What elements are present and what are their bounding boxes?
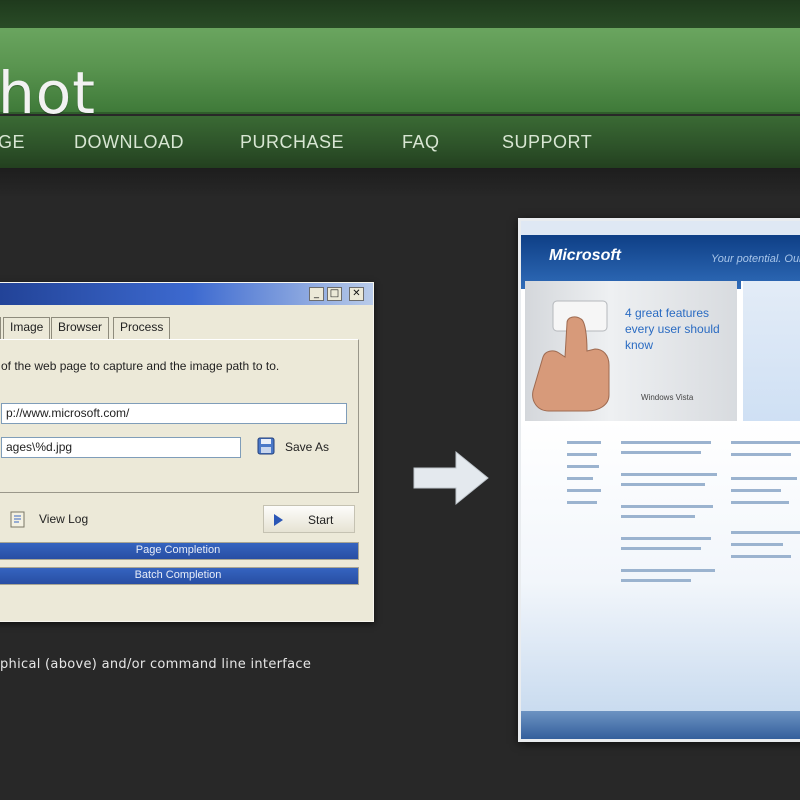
floppy-disk-icon: [257, 437, 275, 455]
nav-purchase-link[interactable]: PURCHASE: [240, 132, 344, 153]
window-title-bar: _ □ ✕: [0, 283, 373, 305]
content-line: [731, 489, 781, 492]
top-bar: [0, 0, 800, 30]
browser-screenshot: Microsoft Your potential. Our pa 4 great…: [518, 218, 800, 742]
site-logo: Microsoft: [549, 247, 621, 264]
browser-toolbar: [521, 221, 800, 235]
content-line: [621, 483, 705, 486]
content-line: [621, 547, 701, 550]
content-line: [621, 451, 701, 454]
content-line: [731, 555, 791, 558]
content-line: [731, 501, 789, 504]
image-path-input[interactable]: ages\%d.jpg: [1, 437, 241, 458]
nav-faq-link[interactable]: FAQ: [402, 132, 440, 153]
content-line: [567, 501, 597, 504]
start-label: Start: [308, 513, 334, 527]
tab-browser[interactable]: Browser: [51, 317, 110, 339]
nav-support-link[interactable]: SUPPORT: [502, 132, 592, 153]
right-arrow-icon: [413, 450, 489, 506]
page-content: [521, 421, 800, 713]
instructions-text: of the web page to capture and the image…: [1, 359, 280, 373]
content-line: [621, 473, 717, 476]
page: hot GE DOWNLOAD PURCHASE FAQ SUPPORT _ □…: [0, 0, 800, 800]
save-as-button[interactable]: Save As: [253, 434, 347, 460]
brand-title[interactable]: hot: [0, 64, 96, 122]
content-line: [567, 477, 593, 480]
content-line: [731, 441, 800, 444]
close-button[interactable]: ✕: [349, 287, 364, 301]
batch-completion-progress: Batch Completion: [0, 567, 359, 585]
nav-shadow: [0, 168, 800, 198]
tab-previous[interactable]: |: [0, 317, 2, 339]
save-as-label: Save As: [285, 440, 330, 454]
page-completion-label: Page Completion: [135, 544, 221, 556]
play-icon: [274, 514, 283, 526]
minimize-button[interactable]: _: [309, 287, 324, 301]
hand-pressing-button-icon: [532, 300, 610, 412]
content-line: [567, 489, 601, 492]
url-input[interactable]: p://www.microsoft.com/: [1, 403, 347, 424]
content-line: [621, 569, 715, 572]
tab-image[interactable]: Image: [3, 317, 51, 339]
nav-home-link[interactable]: GE: [0, 132, 25, 153]
view-log-label: View Log: [39, 512, 89, 526]
sidebar-promo: [741, 281, 800, 421]
batch-completion-label: Batch Completion: [134, 569, 222, 581]
view-log-button[interactable]: View Log: [7, 507, 107, 531]
content-line: [567, 441, 601, 444]
content-line: [621, 441, 711, 444]
start-button[interactable]: Start: [263, 505, 355, 533]
main-nav: GE DOWNLOAD PURCHASE FAQ SUPPORT: [0, 116, 800, 168]
content-line: [621, 515, 695, 518]
content-line: [731, 531, 800, 534]
tab-process[interactable]: Process: [113, 317, 171, 339]
maximize-button[interactable]: □: [327, 287, 342, 301]
app-window-screenshot: _ □ ✕ | Image Browser Process of the web…: [0, 282, 374, 622]
log-document-icon: [10, 511, 25, 528]
content-line: [731, 543, 783, 546]
content-line: [567, 465, 599, 468]
content-line: [731, 477, 797, 480]
header-banner: hot: [0, 28, 800, 122]
content-line: [731, 453, 791, 456]
content-line: [621, 579, 691, 582]
page-completion-progress: Page Completion: [0, 542, 359, 560]
site-tagline: Your potential. Our pa: [711, 253, 800, 265]
interface-caption: phical (above) and/or command line inter…: [0, 657, 312, 672]
windows-vista-logo: Windows Vista: [641, 393, 694, 402]
hero-headline: 4 great features every user should know: [625, 306, 720, 352]
browser-footer: [521, 711, 800, 739]
content-line: [567, 453, 597, 456]
nav-download-link[interactable]: DOWNLOAD: [74, 132, 184, 153]
content-line: [621, 505, 713, 508]
content-line: [621, 537, 711, 540]
